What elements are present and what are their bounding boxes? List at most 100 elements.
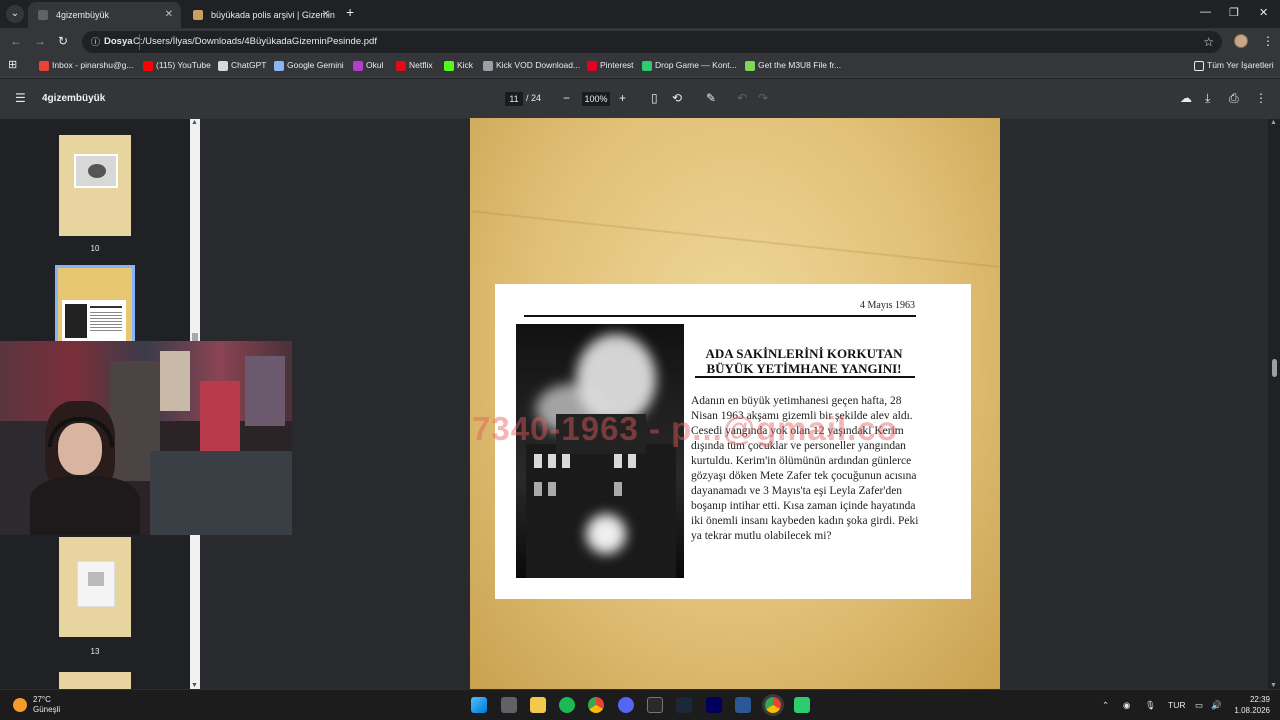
- bookmark-label: Inbox - pinarshu@g...: [52, 60, 134, 70]
- all-bookmarks-folder[interactable]: Tüm Yer İşaretleri: [1194, 60, 1274, 71]
- thumbnail-image: [77, 561, 115, 607]
- app-window-icon[interactable]: [735, 697, 751, 713]
- bookmark-item[interactable]: Inbox - pinarshu@g...: [39, 60, 134, 71]
- fit-page-icon[interactable]: ▯: [651, 91, 658, 105]
- print-icon[interactable]: ⎙: [1229, 91, 1239, 106]
- sidebar-menu-icon[interactable]: ☰: [15, 91, 26, 105]
- close-tab-icon[interactable]: ✕: [322, 2, 330, 28]
- tab-title: 4gizembüyük: [56, 10, 110, 20]
- redo-icon[interactable]: ↷: [758, 91, 768, 105]
- watermark-text: 7340-1963 - p...@gmail.co: [472, 410, 898, 447]
- task-view-icon[interactable]: [501, 697, 517, 713]
- after-effects-icon[interactable]: [706, 697, 722, 713]
- close-tab-icon[interactable]: ✕: [165, 2, 173, 28]
- article-headline: ADA SAKİNLERİNİ KORKUTAN BÜYÜK YETİMHANE…: [693, 346, 915, 376]
- display-icon[interactable]: ▭: [1195, 700, 1203, 711]
- discord-icon[interactable]: [618, 697, 634, 713]
- zoom-input[interactable]: 100%: [582, 92, 610, 106]
- start-icon[interactable]: [471, 697, 487, 713]
- undo-icon[interactable]: ↶: [737, 91, 747, 105]
- tab-inactive[interactable]: büyükada polis arşivi | Gizemin ✕: [183, 2, 338, 28]
- bookmark-label: Pinterest: [600, 60, 634, 70]
- microphone-icon[interactable]: 🎙: [1145, 700, 1156, 711]
- headline-rule: [695, 376, 915, 378]
- thumbnail-page[interactable]: [59, 537, 131, 637]
- steam-icon[interactable]: [676, 697, 692, 713]
- system-clock[interactable]: 22:39 1.08.2026: [1232, 694, 1270, 716]
- network-tray-icon[interactable]: ◉: [1123, 700, 1130, 711]
- bookmark-favicon-icon: [483, 61, 493, 71]
- apps-grid-icon[interactable]: ⊞: [8, 58, 17, 71]
- bookmark-label: Kick: [457, 60, 474, 70]
- bookmark-label: Kick VOD Download...: [496, 60, 581, 70]
- bookmark-item[interactable]: Pinterest: [587, 60, 634, 71]
- chrome-icon[interactable]: [588, 697, 604, 713]
- drive-save-icon[interactable]: ☁: [1180, 91, 1192, 105]
- more-options-icon[interactable]: ⋮: [1255, 91, 1267, 105]
- spotify-icon[interactable]: [559, 697, 575, 713]
- fire-photo: [516, 324, 684, 578]
- bookmark-item[interactable]: Get the M3U8 File fr...: [745, 60, 842, 71]
- new-tab-icon[interactable]: +: [346, 4, 354, 20]
- bookmark-favicon-icon: [274, 61, 284, 71]
- volume-icon[interactable]: 🔊: [1211, 700, 1222, 711]
- thumbnail-page[interactable]: [59, 672, 131, 689]
- file-explorer-icon[interactable]: [530, 697, 546, 713]
- chat-app-icon[interactable]: [794, 697, 810, 713]
- bookmark-item[interactable]: Kick: [444, 60, 474, 71]
- pdf-favicon-icon: [38, 10, 48, 20]
- weather-condition: Güneşli: [33, 705, 61, 714]
- address-bar[interactable]: Dosya C:/Users/İlyas/Downloads/4Büyükada…: [82, 31, 1222, 53]
- bookmark-label: Okul: [366, 60, 384, 70]
- maximize-icon[interactable]: ❐: [1229, 6, 1239, 19]
- tab-title: büyükada polis arşivi | Gizemin: [211, 10, 335, 20]
- bookmark-item[interactable]: Drop Game — Kont...: [642, 60, 737, 71]
- profile-avatar[interactable]: [1234, 34, 1248, 48]
- tray-expand-icon[interactable]: ⌃: [1102, 700, 1109, 711]
- bookmark-item[interactable]: Okul: [353, 60, 384, 71]
- weather-widget[interactable]: 27°C Güneşli: [33, 695, 60, 715]
- viewer-scrollbar[interactable]: ▲ ▼: [1268, 119, 1280, 689]
- thumbnail-image: [74, 154, 118, 188]
- bookmark-item[interactable]: Kick VOD Download...: [483, 60, 581, 71]
- epic-games-icon[interactable]: [647, 697, 663, 713]
- thumbnail-page[interactable]: [59, 135, 131, 236]
- tab-strip: ⌄ 4gizembüyük ✕ büyükada polis arşivi | …: [0, 0, 1280, 28]
- tab-active[interactable]: 4gizembüyük ✕: [28, 2, 181, 28]
- bookmark-star-icon[interactable]: ☆: [1203, 31, 1214, 53]
- bookmark-item[interactable]: ChatGPT: [218, 60, 266, 71]
- weather-temperature: 27°C: [33, 695, 51, 704]
- minimize-icon[interactable]: —: [1200, 6, 1211, 18]
- bookmark-favicon-icon: [745, 61, 755, 71]
- back-icon[interactable]: ←: [10, 34, 22, 48]
- zoom-in-icon[interactable]: +: [619, 91, 626, 105]
- bookmark-label: Get the M3U8 File fr...: [758, 60, 842, 70]
- scroll-up-icon[interactable]: ▲: [191, 119, 198, 126]
- forward-icon[interactable]: →: [34, 34, 46, 48]
- bookmark-item[interactable]: (115) YouTube: [143, 60, 211, 71]
- download-icon[interactable]: ⤓: [1205, 91, 1210, 106]
- viewer-scroll-thumb[interactable]: [1272, 359, 1277, 377]
- folder-icon: [1194, 61, 1204, 71]
- bookmark-item[interactable]: Netflix: [396, 60, 433, 71]
- scroll-down-icon[interactable]: ▼: [191, 682, 198, 689]
- scroll-up-icon[interactable]: ▲: [1270, 119, 1277, 126]
- browser-menu-icon[interactable]: ⋮: [1262, 34, 1274, 48]
- rotate-icon[interactable]: ⟲: [672, 91, 682, 105]
- page-number-input[interactable]: 11: [505, 92, 523, 106]
- clock-date: 1.08.2026: [1234, 706, 1270, 715]
- taskbar: 27°C Güneşli ⌃ ◉ 🎙 TUR ▭ 🔊 22:39 1.08.20…: [0, 689, 1280, 720]
- thumbnail-page-selected[interactable]: [55, 265, 135, 345]
- url-text[interactable]: C:/Users/İlyas/Downloads/4BüyükadaGizemi…: [133, 31, 377, 53]
- window-close-icon[interactable]: ✕: [1259, 6, 1268, 19]
- chrome-active-icon[interactable]: [765, 697, 781, 713]
- annotate-icon[interactable]: ✎: [706, 91, 716, 105]
- tab-search-icon[interactable]: ⌄: [6, 5, 24, 23]
- language-indicator[interactable]: TUR: [1168, 700, 1185, 710]
- reload-icon[interactable]: ↻: [58, 34, 68, 48]
- bookmark-label: Drop Game — Kont...: [655, 60, 737, 70]
- scroll-down-icon[interactable]: ▼: [1270, 682, 1277, 689]
- site-info-chip[interactable]: Dosya: [88, 34, 140, 50]
- bookmark-item[interactable]: Google Gemini: [274, 60, 344, 71]
- zoom-out-icon[interactable]: −: [563, 91, 570, 105]
